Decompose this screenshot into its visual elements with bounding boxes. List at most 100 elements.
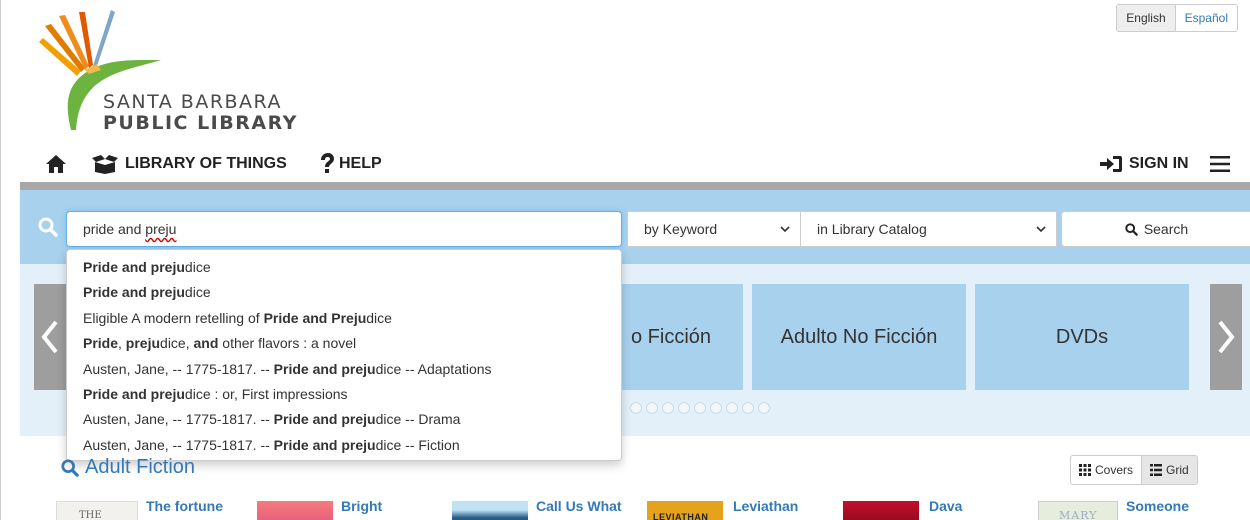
suggestion-text: dice [184,259,211,275]
book-cover: MARY [1038,501,1118,520]
search-type-select[interactable]: by Keyword [627,211,801,247]
carousel-dot[interactable] [678,402,690,414]
suggestion-text: and [193,335,219,352]
nav-divider [20,182,1250,190]
suggestion-text: preju [125,335,161,352]
autocomplete-suggestion[interactable]: Pride and prejudice [67,280,621,305]
suggestion-text: Austen, Jane, -- 1775-1817. -- [83,411,274,428]
suggestion-text: Pride and preju [83,385,185,402]
logo-line-1: SANTA BARBARA [103,91,282,113]
book-cover: LEVIATHAN [647,501,723,520]
search-icon [38,217,58,237]
carousel-tile[interactable]: Adulto No Ficción [752,284,966,390]
search-type-value: by Keyword [644,221,718,237]
carousel-dot[interactable] [710,402,722,414]
carousel-tile-label: Adulto No Ficción [780,325,938,348]
help-link[interactable]: HELP [319,150,382,178]
autocomplete-suggestion[interactable]: Pride and prejudice : or, First impressi… [67,382,621,407]
chevron-down-icon [780,226,790,233]
carousel-dot[interactable] [630,402,642,414]
book-cover [257,501,333,520]
carousel-tile[interactable]: o Ficción [607,284,743,390]
library-of-things-link[interactable]: LIBRARY OF THINGS [91,150,287,178]
search-input-text-2: preju [145,221,177,237]
search-input[interactable]: pride and preju [66,211,622,247]
book-title: Leviathan [733,498,799,514]
suggestion-text: , [118,335,126,352]
menu-button[interactable] [1210,150,1230,178]
book-cover [843,501,919,520]
suggestion-text: Pride and preju [273,436,376,453]
home-link[interactable] [45,150,67,178]
search-scope-value: in Library Catalog [817,221,927,237]
autocomplete-dropdown: Pride and prejudice Pride and prejudice El… [66,249,622,461]
logo-wordmark: SANTA BARBARA PUBLIC LIBRARY [103,92,298,134]
autocomplete-suggestion[interactable]: Pride and prejudice [67,255,621,280]
carousel-dot[interactable] [726,402,738,414]
carousel-dot[interactable] [646,402,658,414]
suggestion-text: Austen, Jane, -- 1775-1817. -- [83,436,274,453]
covers-label: Covers [1095,463,1134,477]
suggestion-text: Pride and preju [83,259,185,275]
th-icon [1079,464,1091,476]
carousel-tile[interactable]: DVDs [975,284,1189,390]
book-title: Someone [1126,498,1190,514]
search-icon [1125,222,1138,236]
autocomplete-suggestion[interactable]: Austen, Jane, -- 1775-1817. -- Pride and… [67,433,621,458]
suggestion-text: dice [366,309,392,326]
autocomplete-suggestion[interactable]: Eligible A modern retelling of Pride and… [67,306,621,331]
section-title-link[interactable]: Adult Fiction [61,456,195,479]
carousel-dot[interactable] [758,402,770,414]
autocomplete-suggestion[interactable]: Austen, Jane, -- 1775-1817. -- Pride and… [67,407,621,432]
search-icon [61,458,79,477]
book-cover: THE [56,501,138,520]
carousel-tile-label: o Ficción [631,325,712,348]
help-label: HELP [339,155,382,172]
suggestion-text: dice : or, First impressions [184,385,348,402]
sign-in-label: SIGN IN [1129,155,1189,172]
book-title: The fortune [146,498,223,514]
language-english[interactable]: English [1117,5,1175,31]
language-espanol[interactable]: Español [1174,5,1237,31]
library-logo[interactable]: SANTA BARBARA PUBLIC LIBRARY [31,8,311,138]
sign-in-link[interactable]: SIGN IN [1099,150,1189,178]
chevron-down-icon [1036,226,1046,233]
book-title: Dava [929,498,963,514]
box-open-icon [92,155,118,174]
suggestion-text: other flavors : a novel [218,335,357,352]
suggestion-text: dice -- Drama [375,411,461,428]
search-button-label: Search [1143,221,1189,237]
chevron-right-icon [1218,320,1235,354]
carousel-next-button[interactable] [1210,284,1242,390]
suggestion-text: Pride and Preju [263,309,367,326]
carousel-prev-button[interactable] [34,284,66,390]
library-of-things-label: LIBRARY OF THINGS [125,155,287,172]
suggestion-text: Eligible A modern retelling of [83,309,264,326]
carousel-dot[interactable] [662,402,674,414]
section-title: Adult Fiction [85,456,196,478]
carousel-pagination [630,402,770,414]
grid-label: Grid [1166,463,1189,477]
language-switcher: English Español [1116,4,1238,32]
grid-view-button[interactable]: Grid [1141,456,1197,484]
suggestion-text: dice [184,284,211,301]
suggestion-text: Pride and preju [273,411,376,428]
book-title: Call Us What [536,498,622,514]
carousel-dot[interactable] [742,402,754,414]
search-button[interactable]: Search [1061,211,1250,247]
hamburger-icon [1210,156,1230,172]
search-scope-select[interactable]: in Library Catalog [800,211,1057,247]
suggestion-text: Pride [83,335,119,352]
logo-line-2: PUBLIC LIBRARY [103,112,298,134]
sign-in-icon [1100,156,1122,172]
question-icon [321,153,334,173]
chevron-left-icon [41,320,58,354]
page: English Español SANTA BARBARA PUBLIC LIB… [0,0,1250,520]
carousel-dot[interactable] [694,402,706,414]
list-icon [1150,464,1163,476]
covers-view-button[interactable]: Covers [1071,456,1141,484]
suggestion-text: Pride and preju [273,360,376,377]
autocomplete-suggestion[interactable]: Pride, prejudice, and other flavors : a … [67,331,621,356]
autocomplete-suggestion[interactable]: Austen, Jane, -- 1775-1817. -- Pride and… [67,357,621,382]
suggestion-text: dice, [160,335,194,352]
